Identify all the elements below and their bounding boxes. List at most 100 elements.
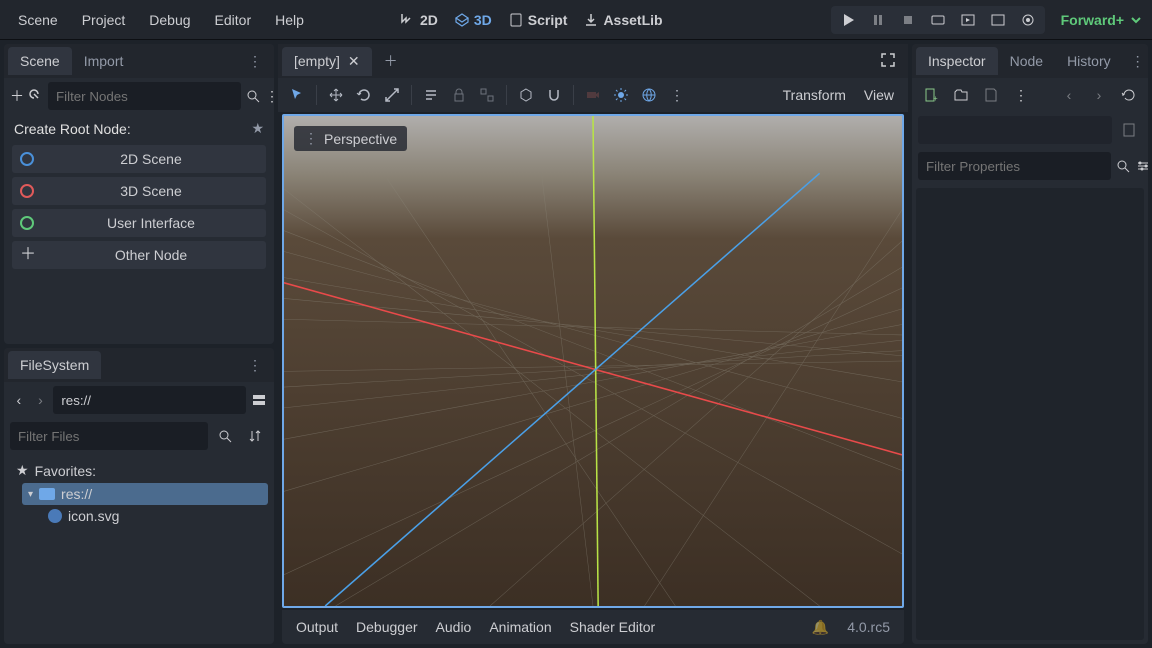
favorites-row: ★ Favorites: [10, 458, 268, 483]
plus-icon: ＋ [20, 247, 34, 263]
snap-toggle[interactable] [541, 82, 567, 108]
tab-filesystem[interactable]: FileSystem [8, 351, 101, 379]
environment-toggle[interactable] [636, 82, 662, 108]
play-controls [831, 6, 1045, 34]
workspace-script[interactable]: Script [508, 12, 568, 28]
manage-object-button[interactable] [1116, 117, 1142, 143]
path-input[interactable] [53, 386, 246, 414]
rotate-tool[interactable] [351, 82, 377, 108]
move-tool[interactable] [323, 82, 349, 108]
search-icon[interactable] [245, 83, 261, 109]
filter-properties-input[interactable] [918, 152, 1111, 180]
property-settings-button[interactable] [1135, 153, 1148, 179]
notification-icon[interactable]: 🔔 [812, 619, 829, 636]
scene-tab-empty[interactable]: [empty] ✕ [282, 47, 372, 76]
pause-button[interactable] [864, 9, 892, 31]
inspector-panel-menu[interactable]: ⋮ [1123, 49, 1148, 74]
bottom-debugger[interactable]: Debugger [356, 619, 418, 635]
add-node-button[interactable]: ＋ [10, 83, 24, 109]
run-remote-button[interactable] [924, 9, 952, 31]
perspective-menu[interactable]: ⋮ Perspective [294, 126, 407, 151]
svg-text:+: + [933, 94, 938, 103]
close-tab-icon[interactable]: ✕ [348, 53, 360, 70]
history-menu[interactable] [1116, 82, 1142, 108]
create-3d-scene[interactable]: 3D Scene [12, 177, 266, 205]
play-custom-scene-button[interactable] [984, 9, 1012, 31]
bottom-animation[interactable]: Animation [489, 619, 551, 635]
create-other-node[interactable]: ＋Other Node [12, 241, 266, 269]
fs-file-icon-svg[interactable]: icon.svg [42, 505, 268, 527]
folder-icon [39, 488, 55, 500]
history-forward[interactable]: › [1086, 82, 1112, 108]
node2d-icon [20, 152, 34, 166]
godot-icon [48, 509, 62, 523]
resource-path-input[interactable] [918, 116, 1112, 144]
view-menu[interactable]: View [856, 83, 902, 107]
play-scene-button[interactable] [954, 9, 982, 31]
workspace-2d-icon [400, 12, 416, 28]
menu-scene[interactable]: Scene [8, 8, 68, 32]
movie-maker-button[interactable] [1014, 9, 1042, 31]
new-resource-button[interactable]: + [918, 82, 944, 108]
inspector-extra-menu[interactable]: ⋮ [1008, 82, 1034, 108]
viewport-3d[interactable]: ⋮ Perspective [282, 114, 904, 608]
bottom-audio[interactable]: Audio [436, 619, 472, 635]
scale-tool[interactable] [379, 82, 405, 108]
download-icon [583, 12, 599, 28]
load-resource-button[interactable] [948, 82, 974, 108]
workspace-3d-icon [454, 12, 470, 28]
menu-project[interactable]: Project [72, 8, 136, 32]
inspector-body [916, 188, 1144, 640]
filesystem-panel-menu[interactable]: ⋮ [240, 353, 270, 378]
menu-editor[interactable]: Editor [205, 8, 262, 32]
save-resource-button[interactable] [978, 82, 1004, 108]
stop-button[interactable] [894, 9, 922, 31]
list-select-tool[interactable] [418, 82, 444, 108]
instantiate-scene-button[interactable] [28, 83, 44, 109]
create-root-label: Create Root Node: [14, 121, 131, 137]
history-back[interactable]: ‹ [1056, 82, 1082, 108]
create-ui-scene[interactable]: User Interface [12, 209, 266, 237]
fs-root-res[interactable]: ▾ res:// [22, 483, 268, 505]
local-space-toggle[interactable] [513, 82, 539, 108]
camera-override[interactable] [580, 82, 606, 108]
filter-nodes-input[interactable] [48, 82, 241, 110]
scene-tree-menu[interactable]: ⋮ [265, 83, 274, 109]
lock-tool[interactable] [446, 82, 472, 108]
chevron-down-icon [1128, 12, 1144, 28]
sort-button[interactable] [242, 423, 268, 449]
favorite-icon[interactable]: ★ [251, 120, 264, 137]
tab-scene[interactable]: Scene [8, 47, 72, 75]
scene-panel-menu[interactable]: ⋮ [240, 49, 270, 74]
workspace-assetlib[interactable]: AssetLib [583, 12, 662, 28]
create-2d-scene[interactable]: 2D Scene [12, 145, 266, 173]
star-icon: ★ [16, 462, 29, 479]
tab-history[interactable]: History [1055, 47, 1123, 75]
node3d-icon [20, 184, 34, 198]
menu-help[interactable]: Help [265, 8, 314, 32]
filter-files-input[interactable] [10, 422, 208, 450]
toggle-split-mode[interactable] [250, 387, 268, 413]
filter-search-icon[interactable] [212, 423, 238, 449]
play-button[interactable] [834, 9, 862, 31]
workspace-2d[interactable]: 2D [400, 12, 438, 28]
workspace-3d[interactable]: 3D [454, 12, 492, 28]
bottom-output[interactable]: Output [296, 619, 338, 635]
add-scene-tab[interactable]: ＋ [372, 45, 410, 77]
version-label[interactable]: 4.0.rc5 [847, 619, 890, 635]
tab-import[interactable]: Import [72, 47, 136, 75]
tab-node[interactable]: Node [998, 47, 1055, 75]
select-tool[interactable] [284, 82, 310, 108]
nav-back[interactable]: ‹ [10, 387, 28, 413]
viewport-menu[interactable]: ⋮ [664, 82, 690, 108]
distraction-free-toggle[interactable] [872, 48, 904, 75]
nav-forward[interactable]: › [32, 387, 50, 413]
filter-props-search-icon[interactable] [1115, 153, 1131, 179]
transform-menu[interactable]: Transform [775, 83, 854, 107]
sun-toggle[interactable] [608, 82, 634, 108]
bottom-shader-editor[interactable]: Shader Editor [570, 619, 656, 635]
tab-inspector[interactable]: Inspector [916, 47, 998, 75]
group-tool[interactable] [474, 82, 500, 108]
menu-debug[interactable]: Debug [139, 8, 200, 32]
renderer-dropdown[interactable]: Forward+ [1061, 12, 1144, 28]
